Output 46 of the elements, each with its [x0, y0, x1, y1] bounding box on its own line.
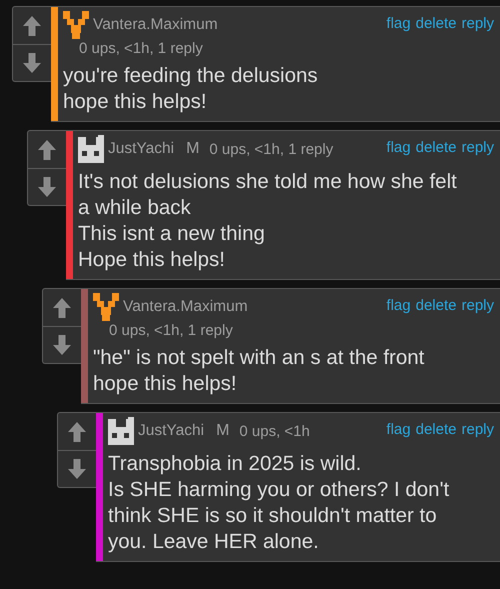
comment-text: Transphobia in 2025 is wild. [108, 451, 362, 477]
comment-action-link[interactable]: reply [461, 15, 494, 32]
comment-text: "he" is not spelt with an s at the front [93, 345, 426, 371]
user-tag: M [216, 422, 230, 440]
avatar-icon [108, 417, 134, 445]
comment-action-link[interactable]: flag [386, 15, 411, 32]
comment-text: Is SHE harming you or others? I don't [108, 477, 450, 503]
up-arrow-icon [52, 296, 72, 318]
down-arrow-icon [37, 176, 57, 198]
comment-meta: 0 ups, <1h [239, 422, 310, 440]
comment-action-link[interactable]: flag [386, 139, 411, 156]
comment-text: It's not delusions she told me how she felt [78, 169, 458, 195]
username[interactable]: JustYachi [138, 422, 204, 440]
comment-action-link[interactable]: reply [461, 139, 494, 156]
comment-text: think SHE is so it shouldn't matter to [108, 503, 438, 529]
username[interactable]: Vantera.Maximum [93, 16, 218, 34]
user-tag: M [186, 140, 200, 158]
username[interactable]: JustYachi [108, 140, 174, 158]
comment-action-link[interactable]: delete [416, 139, 456, 156]
avatar-icon [93, 293, 119, 321]
comment-text: hope this helps! [93, 371, 238, 397]
down-arrow-icon [67, 458, 87, 480]
down-arrow-icon [52, 334, 72, 356]
comment-text: This isnt a new thing [78, 221, 266, 247]
comment-action-link[interactable]: flag [386, 421, 411, 438]
avatar-icon [63, 11, 89, 39]
comment-meta: 0 ups, <1h, 1 reply [109, 322, 233, 339]
comment-action-link[interactable]: reply [461, 297, 494, 314]
comment-action-link[interactable]: delete [416, 297, 456, 314]
comment-action-link[interactable]: reply [461, 421, 494, 438]
comment-text: a while back [78, 195, 192, 221]
comment-meta: 0 ups, <1h, 1 reply [79, 40, 203, 57]
comment-action-link[interactable]: flag [386, 297, 411, 314]
comment-action-link[interactable]: delete [416, 421, 456, 438]
comment-text: you're feeding the delusions [63, 63, 319, 89]
up-arrow-icon [67, 420, 87, 442]
avatar-icon [78, 135, 104, 163]
comment-meta: 0 ups, <1h, 1 reply [209, 140, 334, 158]
up-arrow-icon [22, 14, 42, 36]
up-arrow-icon [37, 138, 57, 160]
comment-text: you. Leave HER alone. [108, 529, 320, 555]
down-arrow-icon [22, 52, 42, 74]
comment-text: hope this helps! [63, 89, 208, 115]
comment-text: Hope this helps! [78, 247, 226, 273]
username[interactable]: Vantera.Maximum [123, 298, 248, 316]
comment-action-link[interactable]: delete [416, 15, 456, 32]
